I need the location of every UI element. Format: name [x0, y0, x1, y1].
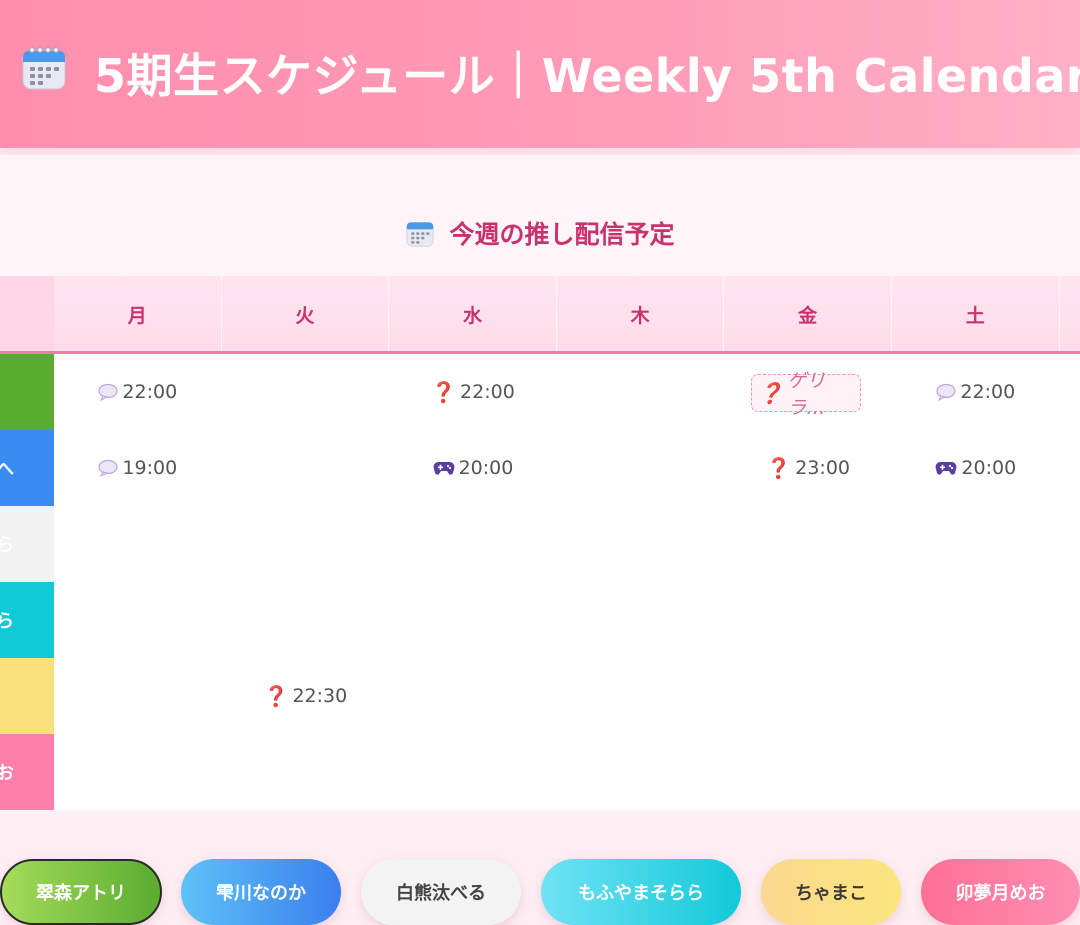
- stream-slot[interactable]: ❓ 22:00: [409, 378, 537, 406]
- member-row-label-text: ら: [0, 611, 14, 632]
- day-header-3: 木: [556, 276, 724, 352]
- stream-time: 22:00: [460, 381, 515, 403]
- speech-bubble-icon: [98, 383, 119, 401]
- day-header-5: 土: [892, 276, 1059, 352]
- member-chip-label: 卯夢月めお: [955, 883, 1046, 904]
- member-row-label-text: お: [0, 763, 14, 784]
- member-chip-label: 白熊汰べる: [396, 883, 486, 904]
- member-row-label-2[interactable]: ら: [0, 506, 54, 582]
- day-header-row: 月火水木金土: [0, 276, 1080, 352]
- stream-slot[interactable]: 22:00: [912, 378, 1040, 406]
- member-chip-5[interactable]: 卯夢月めお: [921, 859, 1080, 925]
- stream-time: 19:00: [122, 457, 178, 479]
- question-icon: ❓: [263, 684, 289, 708]
- speech-bubble-icon: [936, 383, 957, 401]
- day-header-0: 月: [54, 276, 221, 352]
- page-header: 5期生スケジュール｜Weekly 5th Calendar: [0, 0, 1080, 148]
- calendar-icon: [407, 222, 434, 247]
- stream-slot[interactable]: ❓ 23:00: [744, 454, 872, 482]
- stream-time: 22:30: [292, 685, 348, 707]
- question-icon: ❓: [766, 456, 792, 480]
- member-row-label-3[interactable]: ら: [0, 582, 54, 658]
- member-chip-label: ちゃまこ: [795, 883, 867, 904]
- member-chip-label: 雫川なのか: [216, 883, 306, 904]
- member-chip-0[interactable]: 翠森アトリ: [0, 859, 162, 925]
- stream-time: 20:00: [961, 457, 1017, 479]
- stream-time: 22:00: [960, 381, 1016, 403]
- stream-slot[interactable]: ❓ 22:30: [242, 682, 370, 710]
- stream-slot[interactable]: 20:00: [409, 454, 537, 482]
- corner-cell: [0, 276, 54, 352]
- member-chip-4[interactable]: ちゃまこ: [761, 859, 901, 925]
- day-header-2: 水: [389, 276, 556, 352]
- stream-slot[interactable]: 22:00: [74, 378, 202, 406]
- stream-time: ゲリラ…: [787, 370, 826, 419]
- calendar-icon: [22, 47, 66, 90]
- day-header-4: 金: [724, 276, 891, 352]
- speech-bubble-icon: [98, 459, 119, 477]
- day-header-overflow: [1059, 276, 1080, 352]
- member-row-label-1[interactable]: へ: [0, 430, 54, 506]
- member-chip-2[interactable]: 白熊汰べる: [361, 859, 521, 925]
- member-chip-1[interactable]: 雫川なのか: [181, 859, 341, 925]
- question-icon: ❓: [431, 380, 457, 404]
- member-row-label-0[interactable]: [0, 354, 54, 430]
- stream-time: 20:00: [458, 457, 514, 479]
- member-filter-chips: 翠森アトリ 雫川なのか 白熊汰べる もふやまそらら ちゃまこ 卯夢月めお: [0, 859, 1080, 925]
- stream-time: 22:00: [122, 381, 178, 403]
- gamepad-icon: [433, 460, 455, 476]
- stream-slot[interactable]: 19:00: [74, 454, 202, 482]
- member-chip-label: もふやまそらら: [578, 883, 704, 904]
- member-row-label-5[interactable]: お: [0, 734, 54, 810]
- stream-time: 23:00: [795, 457, 851, 479]
- section-title: 今週の推し配信予定: [0, 216, 1080, 250]
- day-header-1: 火: [221, 276, 389, 352]
- member-chip-label: 翠森アトリ: [36, 883, 126, 904]
- member-row-label-text: ら: [0, 535, 14, 556]
- stream-slot[interactable]: 20:00: [912, 454, 1040, 482]
- page-title: 5期生スケジュール｜Weekly 5th Calendar: [94, 49, 1080, 103]
- member-row-label-4[interactable]: [0, 658, 54, 734]
- guerrilla-stream-slot[interactable]: ❓ ゲリラ…: [751, 370, 861, 419]
- member-chip-3[interactable]: もふやまそらら: [541, 859, 741, 925]
- question-icon: ❓: [758, 381, 784, 405]
- member-row-label-text: へ: [0, 459, 14, 480]
- section-title-text: 今週の推し配信予定: [449, 220, 675, 249]
- schedule-grid: [54, 354, 1080, 810]
- gamepad-icon: [935, 460, 957, 476]
